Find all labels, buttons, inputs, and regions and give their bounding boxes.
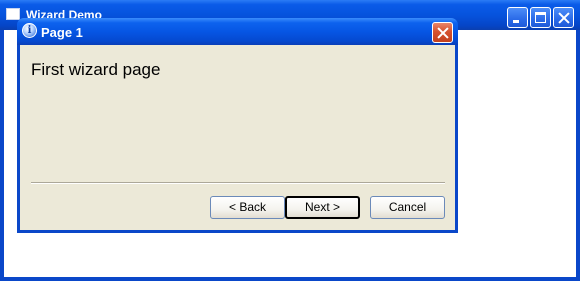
separator	[31, 182, 445, 184]
maximize-icon[interactable]	[530, 7, 551, 28]
next-button[interactable]: Next >	[285, 196, 360, 219]
dialog-body: First wizard page < Back Next > Cancel	[20, 45, 455, 230]
dialog-close-icon[interactable]	[432, 22, 453, 43]
page-heading: First wizard page	[31, 60, 161, 79]
close-icon[interactable]	[553, 7, 574, 28]
back-button[interactable]: < Back	[210, 196, 285, 219]
info-icon: i	[22, 23, 37, 38]
cancel-button[interactable]: Cancel	[370, 196, 445, 219]
dialog-title: Page 1	[41, 25, 83, 40]
wizard-dialog: i Page 1 First wizard page < Back Next >…	[17, 18, 458, 233]
dialog-titlebar[interactable]: i Page 1	[17, 18, 458, 45]
window-app-icon	[6, 8, 20, 20]
minimize-icon[interactable]	[507, 7, 528, 28]
